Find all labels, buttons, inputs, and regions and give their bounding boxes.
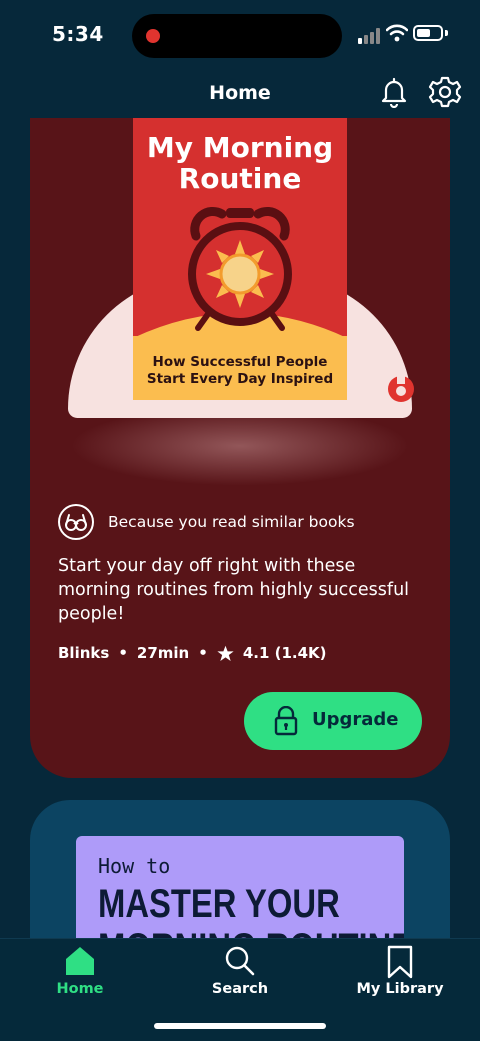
star-icon [217, 645, 234, 661]
book-meta: Blinks • 27min • 4.1 (1.4K) [58, 644, 327, 662]
battery-icon [413, 25, 443, 41]
cover-title: My Morning Routine [146, 131, 334, 195]
cover2-top-text: How to [98, 854, 171, 878]
rating-label: 4.1 (1.4K) [242, 644, 327, 662]
cellular-signal-icon [358, 28, 380, 44]
settings-gear-icon[interactable] [428, 75, 462, 109]
upgrade-button[interactable]: Upgrade [244, 692, 422, 750]
nav-search[interactable]: Search [170, 939, 310, 1009]
home-indicator[interactable] [154, 1023, 326, 1029]
cover-subtitle: How Successful People Start Every Day In… [146, 354, 334, 387]
wifi-icon [386, 24, 408, 42]
recommendation-reason: Because you read similar books [58, 504, 438, 544]
search-icon [225, 946, 255, 976]
nav-my-library-label: My Library [356, 981, 444, 997]
notifications-bell-icon[interactable] [378, 76, 410, 108]
nav-home-label: Home [56, 981, 104, 997]
upgrade-label: Upgrade [312, 709, 399, 730]
alarm-clock-icon [188, 206, 292, 331]
home-icon [66, 947, 94, 975]
nav-search-label: Search [211, 981, 269, 997]
nav-my-library[interactable]: My Library [330, 939, 470, 1009]
recording-indicator-icon [146, 29, 160, 43]
book-recommendation-card[interactable]: My Morning Routine How Successful People… [30, 118, 450, 778]
book-description: Start your day off right with these morn… [58, 556, 410, 624]
format-label: Blinks [58, 644, 110, 662]
duration-label: 27min [136, 644, 190, 662]
status-bar: 5:34 [0, 0, 480, 72]
status-time: 5:34 [52, 22, 104, 46]
book-cover[interactable]: My Morning Routine How Successful People… [133, 118, 347, 400]
dynamic-island [132, 14, 342, 58]
nav-home[interactable]: Home [10, 939, 150, 1009]
blinkist-logo-icon [388, 375, 414, 402]
reason-label: Because you read similar books [108, 513, 355, 531]
glasses-icon [58, 504, 94, 540]
lock-icon [274, 706, 298, 736]
bookmark-icon [387, 945, 413, 979]
